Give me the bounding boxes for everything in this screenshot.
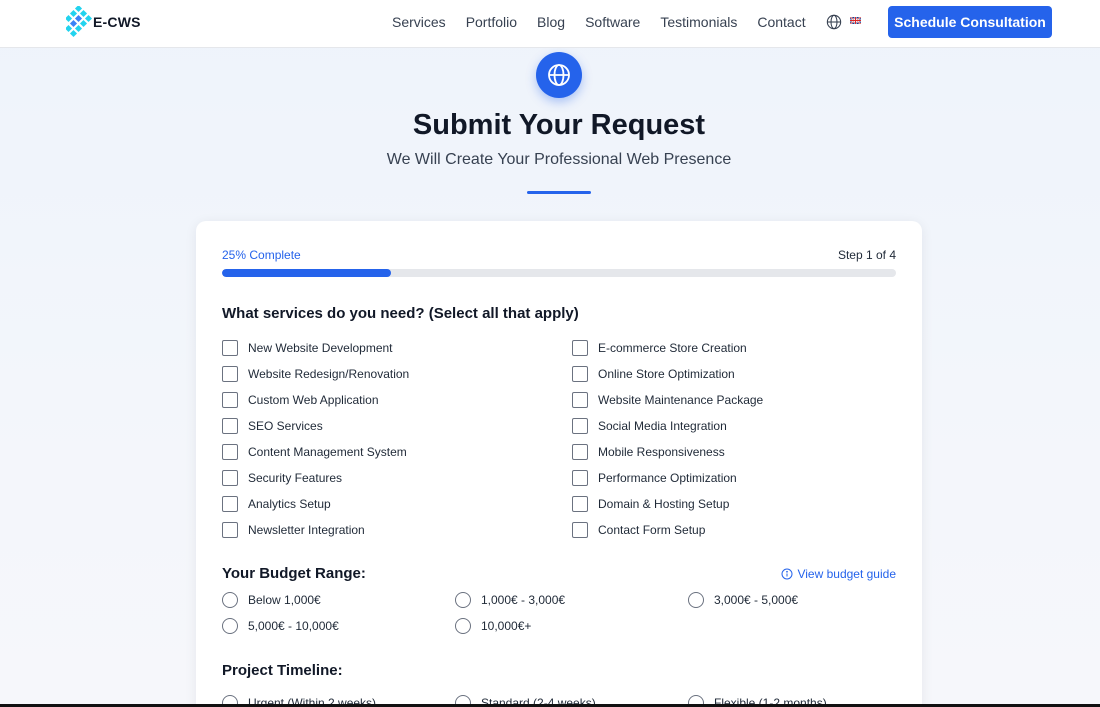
checkbox-box[interactable] (222, 418, 238, 434)
checkbox-label: Online Store Optimization (598, 367, 735, 381)
page-title: Submit Your Request (412, 109, 706, 141)
schedule-consultation-button[interactable]: Schedule Consultation (888, 6, 1052, 38)
checkbox-website-maintenance-package[interactable]: Website Maintenance Package (572, 391, 763, 409)
globe-icon (548, 64, 570, 86)
budget-radio-10-000[interactable]: 10,000€+ (455, 617, 531, 635)
checkbox-contact-form-setup[interactable]: Contact Form Setup (572, 521, 705, 539)
view-budget-guide-link[interactable]: View budget guide (781, 567, 896, 581)
checkbox-newsletter-integration[interactable]: Newsletter Integration (222, 521, 365, 539)
checkbox-box[interactable] (572, 470, 588, 486)
checkbox-label: Analytics Setup (248, 497, 331, 511)
checkbox-label: Website Maintenance Package (598, 393, 764, 407)
checkbox-label: SEO Services (248, 419, 323, 433)
checkbox-security-features[interactable]: Security Features (222, 469, 342, 487)
site-header: E-CWS Services Portfolio Blog Software T… (0, 0, 1100, 48)
checkbox-box[interactable] (222, 340, 238, 356)
checkbox-box[interactable] (572, 496, 588, 512)
checkbox-custom-web-application[interactable]: Custom Web Application (222, 391, 379, 409)
checkbox-new-website-development[interactable]: New Website Development (222, 339, 393, 357)
radio-circle[interactable] (455, 618, 471, 634)
checkbox-box[interactable] (222, 470, 238, 486)
progress-bar (222, 269, 896, 277)
nav-contact[interactable]: Contact (757, 13, 805, 31)
nav-testimonials[interactable]: Testimonials (660, 13, 737, 31)
radio-circle[interactable] (222, 592, 238, 608)
budget-radio-below-1-000[interactable]: Below 1,000€ (222, 591, 321, 609)
radio-label: 3,000€ - 5,000€ (714, 593, 799, 607)
radio-label: Below 1,000€ (248, 593, 321, 607)
checkbox-box[interactable] (572, 366, 588, 382)
checkbox-box[interactable] (572, 340, 588, 356)
checkbox-e-commerce-store-creation[interactable]: E-commerce Store Creation (572, 339, 747, 357)
checkbox-box[interactable] (572, 418, 588, 434)
progress-label: 25% Complete (222, 248, 301, 262)
checkbox-domain-hosting-setup[interactable]: Domain & Hosting Setup (572, 495, 729, 513)
nav-software[interactable]: Software (585, 13, 640, 31)
checkbox-label: Content Management System (248, 445, 407, 459)
checkbox-label: Security Features (248, 471, 343, 485)
checkbox-seo-services[interactable]: SEO Services (222, 417, 323, 435)
checkbox-label: New Website Development (248, 341, 393, 355)
radio-label: 1,000€ - 3,000€ (481, 593, 566, 607)
checkbox-label: Social Media Integration (598, 419, 727, 433)
checkbox-analytics-setup[interactable]: Analytics Setup (222, 495, 331, 513)
page-subtitle: We Will Create Your Professional Web Pre… (386, 151, 732, 168)
checkbox-box[interactable] (222, 444, 238, 460)
request-form-card: 25% Complete Step 1 of 4 What services d… (196, 221, 922, 707)
nav-blog[interactable]: Blog (537, 13, 565, 31)
checkbox-content-management-system[interactable]: Content Management System (222, 443, 407, 461)
checkbox-label: Custom Web Application (248, 393, 379, 407)
checkbox-label: E-commerce Store Creation (598, 341, 747, 355)
checkbox-performance-optimization[interactable]: Performance Optimization (572, 469, 737, 487)
checkbox-social-media-integration[interactable]: Social Media Integration (572, 417, 727, 435)
budget-radio-5-000-10-000[interactable]: 5,000€ - 10,000€ (222, 617, 339, 635)
radio-label: 5,000€ - 10,000€ (248, 619, 339, 633)
checkbox-online-store-optimization[interactable]: Online Store Optimization (572, 365, 735, 383)
main-nav: Services Portfolio Blog Software Testimo… (392, 13, 826, 31)
checkbox-box[interactable] (572, 392, 588, 408)
step-indicator: Step 1 of 4 (837, 248, 896, 262)
globe-icon[interactable] (826, 14, 842, 30)
title-divider (527, 191, 591, 194)
hero-globe-badge (536, 52, 582, 98)
budget-radio-1-000-3-000[interactable]: 1,000€ - 3,000€ (455, 591, 565, 609)
progress-bar-fill (222, 269, 391, 277)
radio-circle[interactable] (455, 592, 471, 608)
nav-portfolio[interactable]: Portfolio (466, 13, 517, 31)
nav-services[interactable]: Services (392, 13, 446, 31)
info-icon (781, 568, 793, 580)
checkbox-label: Domain & Hosting Setup (598, 497, 730, 511)
checkbox-label: Mobile Responsiveness (598, 445, 725, 459)
timeline-title: Project Timeline: (222, 662, 343, 679)
checkbox-mobile-responsiveness[interactable]: Mobile Responsiveness (572, 443, 725, 461)
uk-flag-icon[interactable] (850, 17, 861, 24)
checkbox-label: Contact Form Setup (598, 523, 706, 537)
budget-title: Your Budget Range: (222, 565, 366, 582)
checkbox-box[interactable] (222, 522, 238, 538)
checkbox-website-redesign-renovation[interactable]: Website Redesign/Renovation (222, 365, 409, 383)
logo[interactable]: E-CWS (66, 6, 141, 38)
radio-circle[interactable] (222, 618, 238, 634)
budget-radio-3-000-5-000[interactable]: 3,000€ - 5,000€ (688, 591, 798, 609)
checkbox-label: Newsletter Integration (248, 523, 365, 537)
radio-label: 10,000€+ (481, 619, 532, 633)
checkbox-box[interactable] (222, 392, 238, 408)
checkbox-label: Website Redesign/Renovation (248, 367, 410, 381)
checkbox-box[interactable] (572, 522, 588, 538)
services-title: What services do you need? (Select all t… (222, 305, 579, 322)
view-budget-guide-label: View budget guide (797, 567, 896, 581)
logo-mark-icon (66, 6, 92, 38)
checkbox-box[interactable] (572, 444, 588, 460)
checkbox-box[interactable] (222, 496, 238, 512)
radio-circle[interactable] (688, 592, 704, 608)
checkbox-box[interactable] (222, 366, 238, 382)
logo-text: E-CWS (93, 14, 141, 30)
checkbox-label: Performance Optimization (598, 471, 737, 485)
